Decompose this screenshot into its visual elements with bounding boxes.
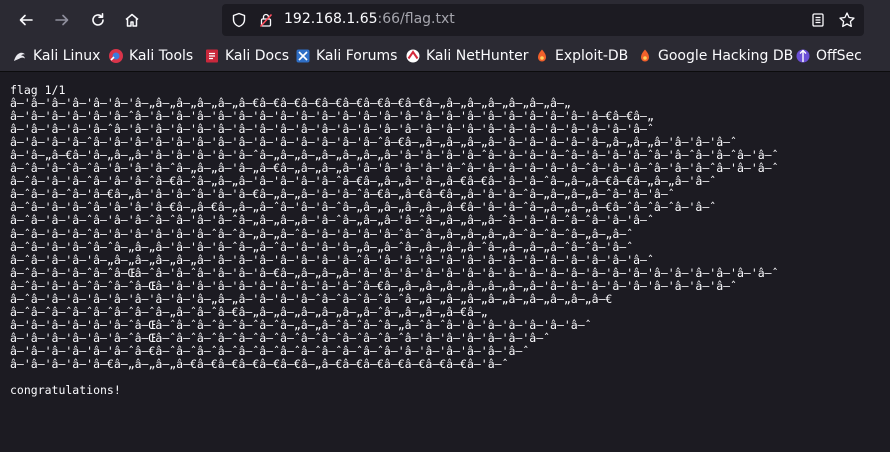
url-bar[interactable]: 192.168.1.65:66/flag.txt xyxy=(222,4,864,36)
forward-button[interactable] xyxy=(48,6,76,34)
text-line: â–ˆâ–'â–'â–ˆâ–'â–'â–ˆâ–ˆâ–'â–'â–ˆâ–„â–„â… xyxy=(10,213,654,228)
kali-docs-icon xyxy=(204,48,220,64)
text-line: â–'â–'â–'â–'â–'â–ˆâ–Œâ–ˆâ–ˆâ–ˆâ–ˆâ–ˆâ–ˆâ… xyxy=(10,317,592,332)
text-line xyxy=(10,371,779,384)
url-path: :66/flag.txt xyxy=(377,11,455,27)
insecure-lock-icon[interactable] xyxy=(258,12,274,32)
url-host: 192.168.1.65 xyxy=(284,11,378,27)
star-icon[interactable] xyxy=(838,11,856,33)
kali-dragon-icon xyxy=(12,48,28,64)
page-content: flag 1/1 â–'â–'â–'â–'â–'â–'â–„â–„â–„â–„â–… xyxy=(0,72,890,452)
browser-toolbar: 192.168.1.65:66/flag.txt xyxy=(0,0,890,40)
bookmark-kali-linux[interactable]: Kali Linux xyxy=(12,46,100,66)
bookmark-google-hacking-db[interactable]: Google Hacking DB xyxy=(637,46,793,66)
text-line: â–ˆâ–'â–'â–ˆâ–'â–'â–'â–'â–'â–ˆâ–ˆâ–„â–„â… xyxy=(10,226,634,241)
bookmark-label: Exploit-DB xyxy=(555,48,629,64)
bookmark-kali-nethunter[interactable]: Kali NetHunter xyxy=(405,46,528,66)
text-line: â–'â–'â–'â–'â–'â–ˆâ–Œâ–ˆâ–ˆâ–ˆâ–ˆâ–ˆâ–ˆâ… xyxy=(10,330,551,345)
bookmark-label: Kali Tools xyxy=(129,48,194,64)
arrow-left-icon xyxy=(18,12,34,28)
home-button[interactable] xyxy=(118,6,146,34)
reload-icon xyxy=(90,12,106,28)
back-button[interactable] xyxy=(12,6,40,34)
bookmark-label: Google Hacking DB xyxy=(658,48,794,64)
text-line: â–ˆâ–'â–'â–ˆâ–ˆâ–Œâ–ˆâ–'â–ˆâ–'â–'â–'â–€â… xyxy=(10,265,779,280)
bookmark-label: Kali NetHunter xyxy=(426,48,529,64)
bookmark-kali-tools[interactable]: Kali Tools xyxy=(108,46,193,66)
shield-icon[interactable] xyxy=(231,12,247,32)
bookmark-label: Kali Linux xyxy=(33,48,101,64)
congratulations-text: congratulations! xyxy=(10,383,121,398)
bookmark-label: Kali Docs xyxy=(225,48,290,64)
reader-view-icon[interactable] xyxy=(810,12,826,32)
reload-button[interactable] xyxy=(84,6,112,34)
home-icon xyxy=(124,12,140,28)
nethunter-icon xyxy=(405,48,421,64)
text-line: â–ˆâ–'â–'â–'â–'â–'â–'â–'â–'â–„â–„â–'â–'â… xyxy=(10,291,613,306)
kali-tools-icon xyxy=(108,48,124,64)
offsec-icon xyxy=(795,48,811,64)
text-line: â–ˆâ–'â–'â–'â–„â–„â–„â–„â–„â–'â–'â–'â–'â… xyxy=(10,252,654,267)
bookmark-kali-forums[interactable]: Kali Forums xyxy=(295,46,397,66)
url-text[interactable]: 192.168.1.65:66/flag.txt xyxy=(284,11,455,27)
bookmark-exploit-db[interactable]: Exploit-DB xyxy=(534,46,628,66)
bookmark-kali-docs[interactable]: Kali Docs xyxy=(204,46,289,66)
text-line: â–ˆâ–'â–'â–ˆâ–ˆâ–ˆâ–Œâ–'â–'â–'â–'â–'â–'â… xyxy=(10,278,737,293)
bookmark-offsec[interactable]: OffSec xyxy=(795,46,862,66)
kali-forums-icon xyxy=(295,48,311,64)
text-file-content: flag 1/1 â–'â–'â–'â–'â–'â–'â–„â–„â–„â–„â–… xyxy=(10,83,779,398)
ghdb-icon xyxy=(637,48,653,64)
text-line: â–ˆâ–'â–'â–ˆâ–ˆâ–„â–„â–'â–'â–'â–ˆâ–„â–ˆâ… xyxy=(10,239,634,254)
text-line: â–'â–'â–'â–'â–€â–„â–„â–„â–€â–€â–€â–€â–€â… xyxy=(10,356,509,371)
bookmark-label: OffSec xyxy=(816,48,862,64)
bookmark-label: Kali Forums xyxy=(316,48,398,64)
text-line: â–ˆâ–ˆâ–ˆâ–ˆâ–ˆâ–ˆâ–ˆâ–„â–ˆâ–ˆâ–€â–„â–„â… xyxy=(10,304,488,319)
exploit-db-icon xyxy=(534,48,550,64)
arrow-right-icon xyxy=(54,12,70,28)
bookmarks-toolbar: Kali Linux Kali Tools Kali Docs Kali For… xyxy=(0,40,890,72)
